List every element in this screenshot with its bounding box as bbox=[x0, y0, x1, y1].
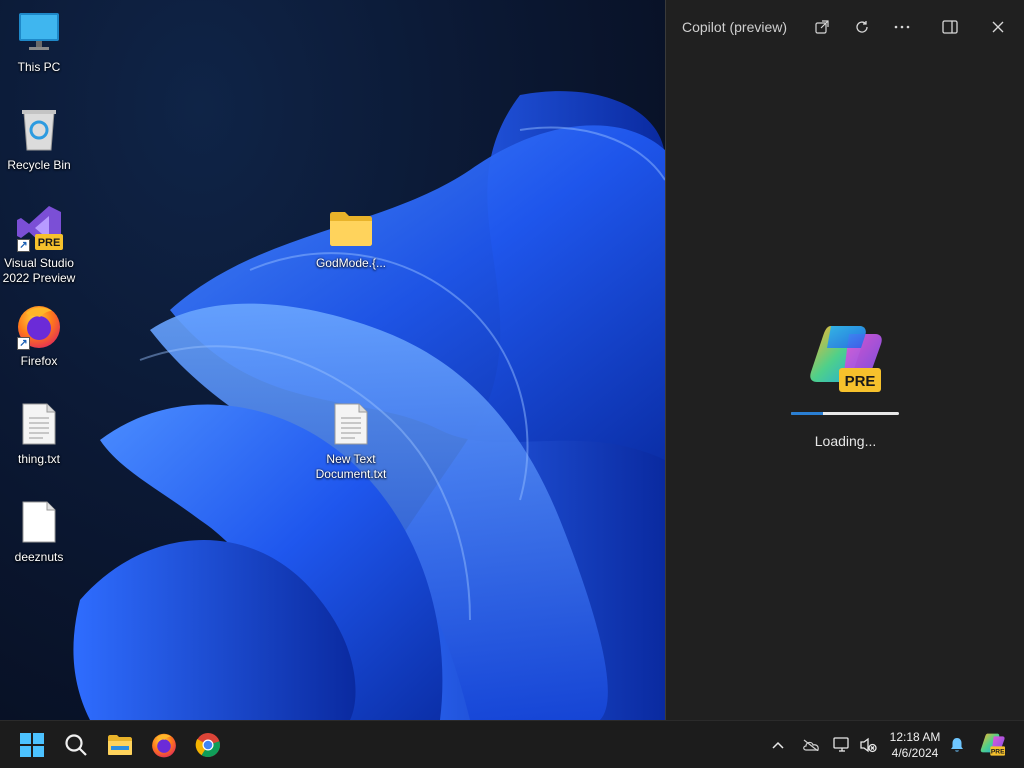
network-button[interactable] bbox=[830, 721, 854, 768]
copilot-pane: Copilot (preview) PRE Loading... bbox=[665, 0, 1024, 720]
desktop-icon-label: Recycle Bin bbox=[7, 158, 71, 172]
desktop-icon-deeznuts[interactable]: deeznuts bbox=[0, 498, 78, 565]
svg-text:PRE: PRE bbox=[38, 237, 61, 249]
notifications-button[interactable] bbox=[946, 721, 968, 768]
volume-muted-icon bbox=[860, 737, 877, 753]
desktop-icon-godmode[interactable]: GodMode.{... bbox=[312, 204, 390, 271]
desktop-icon-visual-studio[interactable]: PRE ↗ Visual Studio 2022 Preview bbox=[0, 204, 78, 286]
more-options-button[interactable] bbox=[882, 7, 922, 47]
copilot-title: Copilot (preview) bbox=[682, 19, 788, 35]
firefox-icon bbox=[152, 733, 176, 758]
clock-button[interactable]: 12:18 AM 4/6/2024 bbox=[884, 729, 946, 761]
shortcut-arrow-icon: ↗ bbox=[17, 337, 30, 350]
onedrive-button[interactable] bbox=[798, 721, 824, 768]
loading-progress-bar bbox=[791, 412, 899, 415]
network-icon bbox=[833, 737, 849, 752]
wallpaper-bloom bbox=[73, 91, 665, 720]
chrome-icon bbox=[195, 733, 220, 758]
desktop-icon-new-text-document[interactable]: New Text Document.txt bbox=[312, 400, 390, 482]
search-icon bbox=[65, 734, 87, 756]
refresh-icon bbox=[856, 21, 868, 33]
folder-icon bbox=[327, 204, 375, 252]
desktop-icon-thing-txt[interactable]: thing.txt bbox=[0, 400, 78, 467]
copilot-logo-icon: PRE bbox=[810, 326, 882, 392]
copilot-body: PRE Loading... bbox=[666, 54, 1024, 720]
clock-time: 12:18 AM bbox=[889, 730, 941, 744]
chevron-up-icon bbox=[772, 741, 784, 749]
dock-icon bbox=[942, 20, 958, 34]
taskbar: 12:18 AM 4/6/2024 PRE bbox=[0, 720, 1024, 768]
copilot-header: Copilot (preview) bbox=[666, 0, 1024, 54]
desktop[interactable]: This PC Recycle Bin PRE ↗ Visual Studio … bbox=[0, 0, 665, 720]
desktop-icon-label: GodMode.{... bbox=[315, 256, 387, 270]
search-button[interactable] bbox=[60, 729, 92, 761]
file-explorer-icon bbox=[108, 735, 132, 755]
desktop-icon-firefox[interactable]: ↗ Firefox bbox=[0, 302, 78, 369]
start-button[interactable] bbox=[16, 729, 48, 761]
svg-text:PRE: PRE bbox=[845, 373, 876, 390]
desktop-icon-this-pc[interactable]: This PC bbox=[0, 8, 78, 75]
text-file-icon bbox=[327, 400, 375, 448]
shortcut-arrow-icon: ↗ bbox=[17, 239, 30, 252]
show-hidden-icons-button[interactable] bbox=[766, 721, 790, 768]
more-icon bbox=[894, 25, 910, 29]
desktop-icon-label: New Text Document.txt bbox=[315, 452, 387, 481]
copilot-icon: PRE bbox=[980, 733, 1005, 756]
start-icon bbox=[20, 733, 44, 757]
blank-file-icon bbox=[15, 498, 63, 546]
taskbar-copilot-button[interactable]: PRE bbox=[978, 721, 1008, 768]
taskbar-firefox-button[interactable] bbox=[148, 729, 180, 761]
text-file-icon bbox=[15, 400, 63, 448]
progress-fill bbox=[791, 412, 824, 415]
dock-button[interactable] bbox=[930, 7, 970, 47]
refresh-button[interactable] bbox=[842, 7, 882, 47]
this-pc-icon bbox=[15, 8, 63, 56]
desktop-icon-label: Visual Studio 2022 Preview bbox=[2, 256, 76, 285]
notification-bell-icon bbox=[951, 738, 963, 752]
desktop-icon-label: thing.txt bbox=[17, 452, 61, 466]
taskbar-chrome-button[interactable] bbox=[192, 729, 224, 761]
visual-studio-preview-icon: PRE ↗ bbox=[15, 204, 63, 252]
file-explorer-button[interactable] bbox=[104, 729, 136, 761]
desktop-icon-label: Firefox bbox=[20, 354, 58, 368]
desktop-icon-label: deeznuts bbox=[14, 550, 64, 564]
recycle-bin-icon bbox=[15, 106, 63, 154]
close-button[interactable] bbox=[978, 7, 1018, 47]
clock-date: 4/6/2024 bbox=[891, 746, 939, 760]
svg-text:PRE: PRE bbox=[991, 748, 1005, 755]
close-icon bbox=[992, 21, 1004, 33]
open-in-new-icon bbox=[815, 20, 829, 34]
desktop-icon-label: This PC bbox=[17, 60, 61, 74]
loading-text: Loading... bbox=[814, 433, 877, 449]
volume-button[interactable] bbox=[856, 721, 880, 768]
open-in-new-button[interactable] bbox=[802, 7, 842, 47]
firefox-icon: ↗ bbox=[15, 302, 63, 350]
desktop-icon-recycle-bin[interactable]: Recycle Bin bbox=[0, 106, 78, 173]
onedrive-icon bbox=[803, 739, 819, 751]
